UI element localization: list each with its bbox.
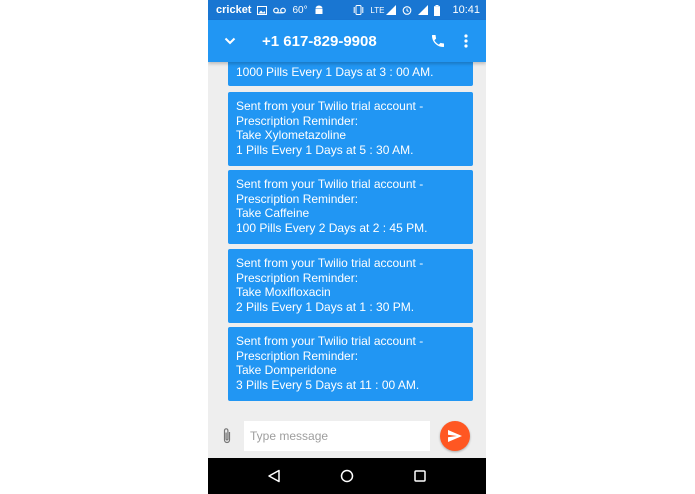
voicemail-icon: [273, 7, 287, 14]
message-line: Sent from your Twilio trial account -: [236, 177, 424, 191]
message-line: Prescription Reminder:: [236, 270, 359, 285]
message-composer: [208, 414, 486, 458]
message-line: 1000 Pills Every 1 Days at 3 : 00 AM.: [236, 65, 434, 79]
message-line: 100 Pills Every 2 Days at 2 : 45 PM.: [236, 220, 428, 235]
clock: 10:41: [452, 4, 480, 16]
conversation-title: +1 617-829-9908: [262, 32, 377, 50]
more-vert-icon[interactable]: [454, 29, 478, 53]
network-type: LTE: [370, 5, 385, 15]
message-line: 1 Pills Every 1 Days at 5 : 30 AM.: [236, 142, 414, 157]
image-notification-icon: [257, 5, 268, 15]
alarm-icon: [402, 5, 412, 15]
message-line: Take Domperidone: [236, 363, 337, 377]
message-bubble[interactable]: 1000 Pills Every 1 Days at 3 : 00 AM.: [228, 62, 473, 86]
message-line: Prescription Reminder:: [236, 113, 359, 128]
message-line: Sent from your Twilio trial account -: [236, 99, 424, 113]
recents-icon[interactable]: [410, 466, 430, 486]
message-line: Take Caffeine: [236, 206, 310, 220]
vibrate-icon: [353, 5, 364, 15]
message-list[interactable]: 1000 Pills Every 1 Days at 3 : 00 AM. Se…: [208, 62, 486, 412]
temperature: 60°: [292, 4, 308, 16]
chevron-down-icon[interactable]: [222, 33, 238, 49]
send-button[interactable]: [440, 421, 470, 451]
message-bubble[interactable]: Sent from your Twilio trial account - Pr…: [228, 92, 473, 166]
message-line: Take Xylometazoline: [236, 128, 347, 142]
attachment-icon[interactable]: [220, 426, 234, 446]
carrier-name: cricket: [216, 4, 252, 16]
message-bubble[interactable]: Sent from your Twilio trial account - Pr…: [228, 249, 473, 323]
message-input[interactable]: [244, 421, 430, 451]
message-line: Prescription Reminder:: [236, 348, 359, 363]
app-bar: +1 617-829-9908: [208, 20, 486, 62]
status-bar: cricket 60° LTE 10:41: [208, 0, 486, 20]
android-icon: [314, 5, 324, 16]
battery-icon: [434, 4, 441, 16]
send-icon: [448, 430, 462, 442]
message-line: 2 Pills Every 1 Days at 1 : 30 PM.: [236, 299, 415, 314]
signal-icon: [386, 5, 397, 15]
signal-bars-icon: [418, 5, 429, 15]
phone-icon[interactable]: [426, 29, 450, 53]
message-line: Sent from your Twilio trial account -: [236, 256, 424, 270]
message-line: 3 Pills Every 5 Days at 11 : 00 AM.: [236, 377, 420, 392]
message-bubble[interactable]: Sent from your Twilio trial account - Pr…: [228, 327, 473, 401]
home-icon[interactable]: [337, 466, 357, 486]
message-line: Sent from your Twilio trial account -: [236, 334, 424, 348]
message-bubble[interactable]: Sent from your Twilio trial account - Pr…: [228, 170, 473, 244]
message-line: Take Moxifloxacin: [236, 285, 331, 299]
navigation-bar: [208, 458, 486, 494]
back-icon[interactable]: [264, 466, 284, 486]
phone-screen: cricket 60° LTE 10:41 +1 617-829-9908 10…: [208, 0, 486, 494]
message-line: Prescription Reminder:: [236, 191, 359, 206]
